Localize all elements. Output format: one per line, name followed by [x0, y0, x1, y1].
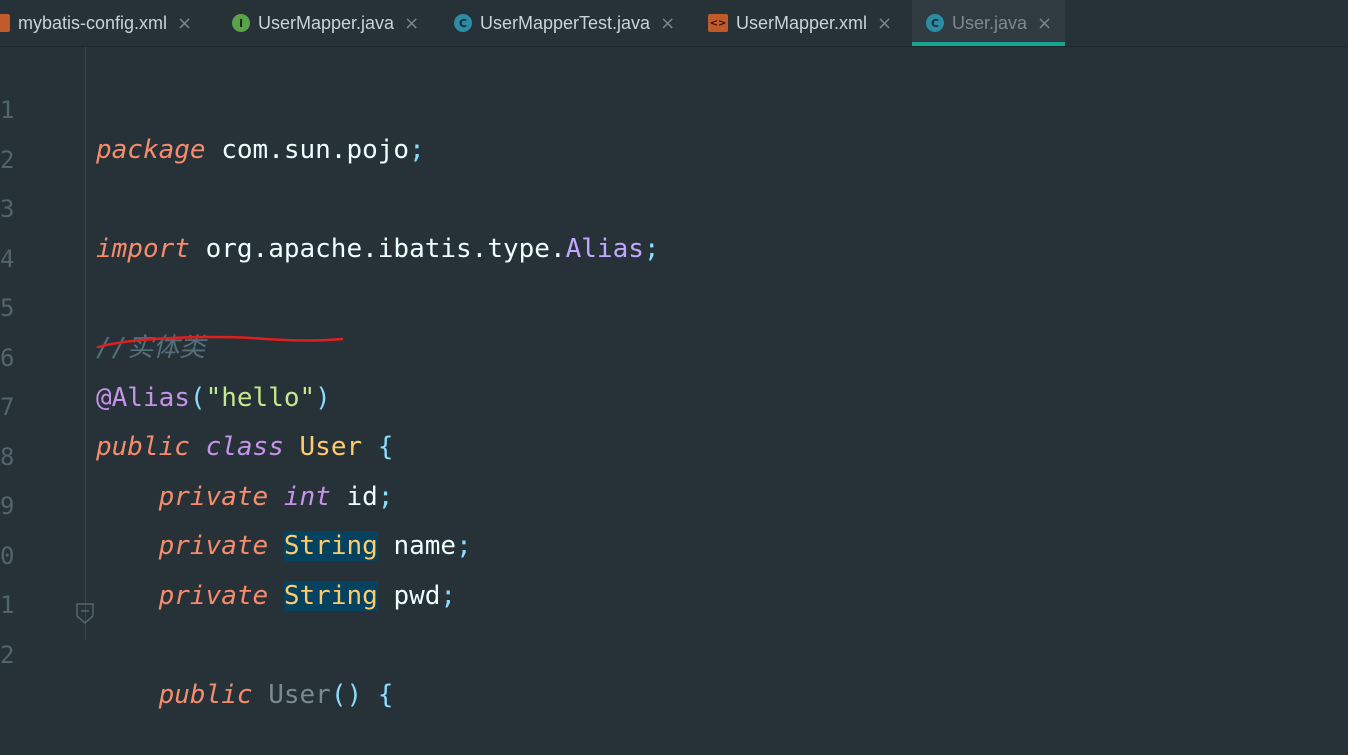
code-line: 2 — [0, 100, 1348, 174]
interface-icon: I — [232, 14, 250, 32]
close-icon[interactable]: × — [1037, 13, 1052, 34]
code-line: 9 private String name; — [0, 446, 1348, 561]
xml-file-icon — [0, 14, 10, 32]
code-line: 7 public class User { — [0, 347, 1348, 462]
line-number: 2 — [0, 641, 15, 669]
code-line: 1 — [0, 545, 1348, 619]
code-line: 1 package com.sun.pojo; — [0, 50, 1348, 165]
code-line: 2 public User() { — [0, 595, 1348, 710]
tab-label: UserMapper.java — [258, 12, 395, 33]
code-line: 4 — [0, 199, 1348, 273]
code-line: 0 private String pwd; — [0, 496, 1348, 611]
tab-mybatis-config-xml[interactable]: mybatis-config.xml × — [0, 0, 218, 46]
code-editor[interactable]: 1 package com.sun.pojo; 2 3 import org.a… — [0, 47, 1348, 710]
tab-usermapper-xml[interactable]: <> UserMapper.xml × — [708, 0, 908, 46]
tab-usermapper-java[interactable]: I UserMapper.java × — [232, 0, 442, 46]
close-icon[interactable]: × — [660, 13, 675, 34]
tab-label: UserMapperTest.java — [480, 12, 651, 33]
active-tab-indicator — [912, 42, 1065, 46]
tab-label: UserMapper.xml — [736, 12, 868, 33]
editor-tab-bar: mybatis-config.xml × I UserMapper.java ×… — [0, 0, 1348, 47]
fold-marker-icon[interactable] — [76, 603, 94, 625]
code-line: 3 import org.apache.ibatis.type.Alias; — [0, 149, 1348, 264]
close-icon[interactable]: × — [404, 13, 419, 34]
class-icon: C — [454, 14, 472, 32]
close-icon[interactable]: × — [877, 13, 892, 34]
close-icon[interactable]: × — [177, 13, 192, 34]
xml-file-icon: <> — [708, 14, 728, 32]
tab-user-java[interactable]: C User.java × — [912, 0, 1065, 46]
code-line: 8 private int id; — [0, 397, 1348, 512]
tab-label: mybatis-config.xml — [18, 12, 168, 33]
class-icon: C — [926, 14, 944, 32]
tab-usermappertest-java[interactable]: C UserMapperTest.java × — [454, 0, 694, 46]
tab-label: User.java — [952, 12, 1028, 33]
code-line: 5 //实体类 — [0, 248, 1348, 363]
code-line: 6 @Alias("hello") — [0, 298, 1348, 413]
red-annotation-underline — [96, 335, 344, 349]
